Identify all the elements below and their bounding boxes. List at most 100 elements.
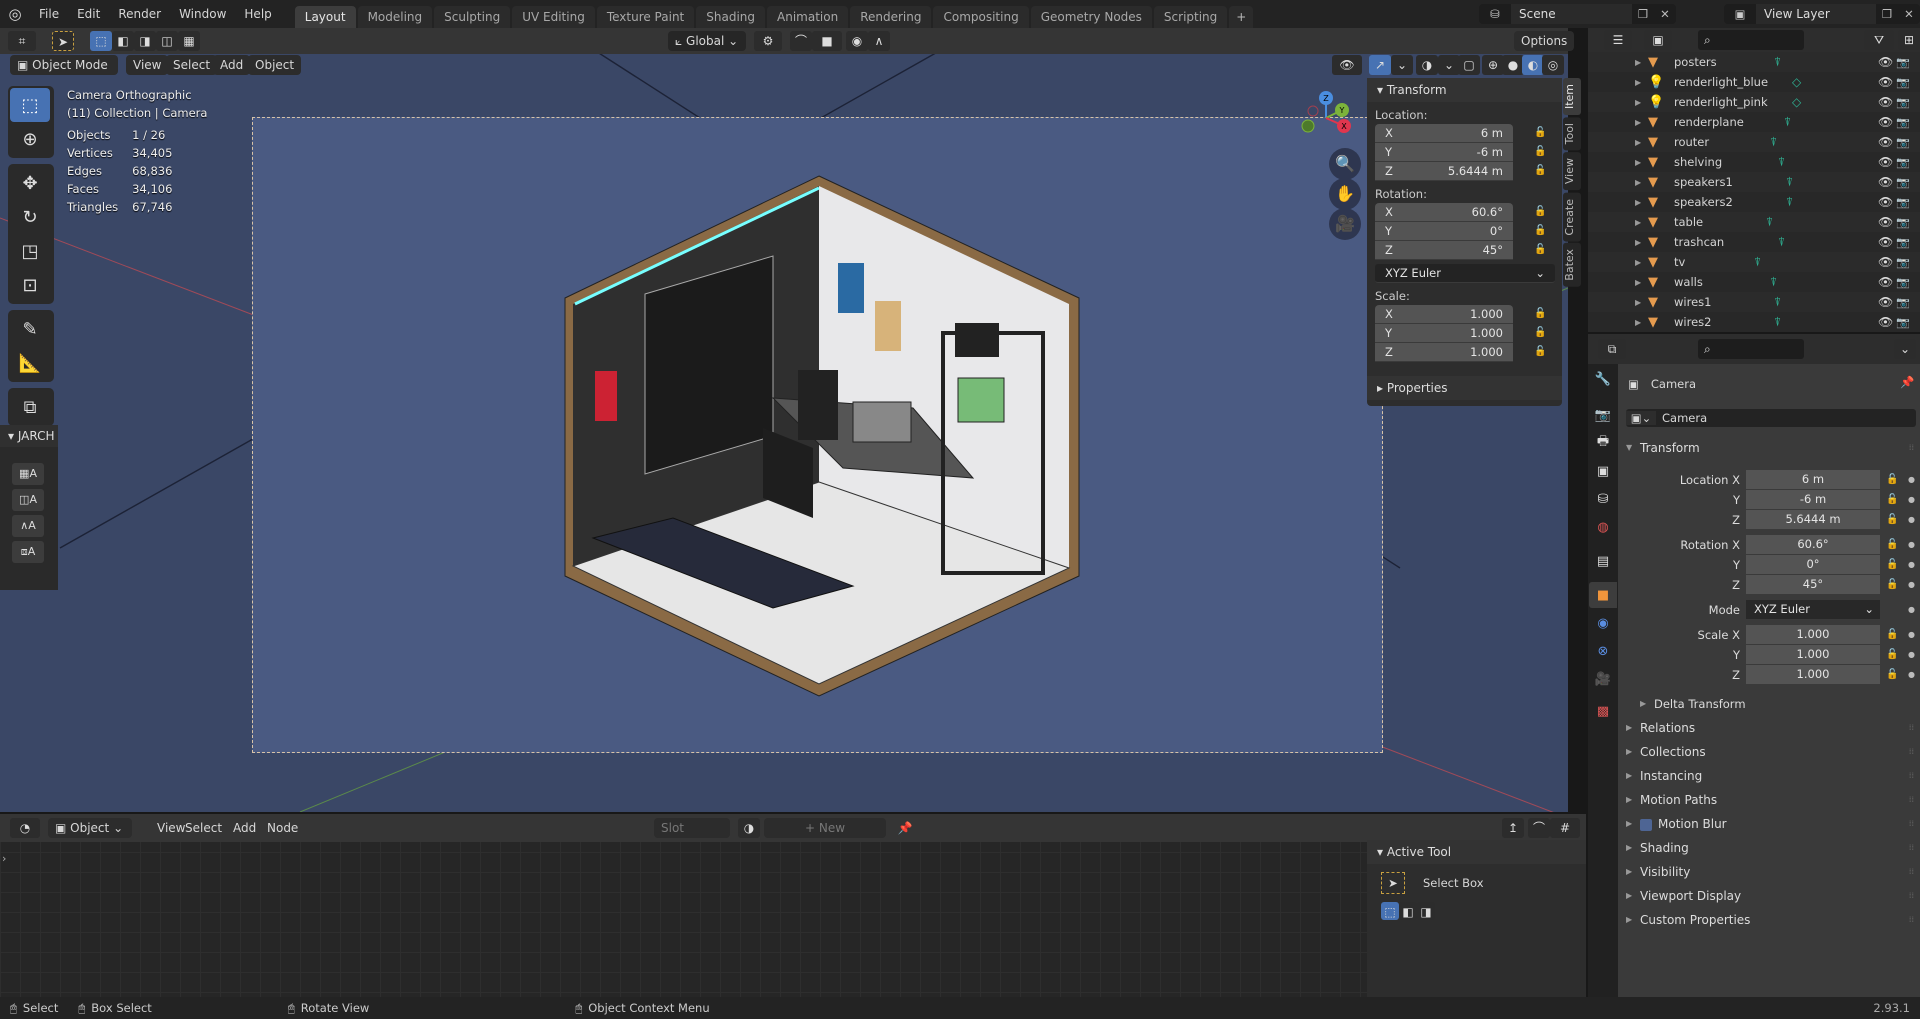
location-x-input[interactable]: 6 m	[1746, 470, 1880, 489]
outliner-item-tv[interactable]: ▶ ▼ tv ⍒ 👁 📷	[1588, 252, 1920, 272]
scene-name[interactable]: Scene	[1511, 4, 1632, 24]
lock-icon[interactable]: 🔓	[1886, 539, 1898, 550]
shading-rendered-icon[interactable]: ◎	[1542, 55, 1564, 75]
gizmo-toggle-icon[interactable]: ↗	[1369, 55, 1391, 75]
keyframe-dot-icon[interactable]: ●	[1908, 605, 1915, 614]
annotate-tool-icon[interactable]: ✎	[10, 312, 50, 346]
outliner-item-speakers1[interactable]: ▶ ▼ speakers1 ⍒ 👁 📷	[1588, 172, 1920, 192]
expand-toolbar-icon[interactable]: ›	[2, 852, 6, 865]
object-tab-icon[interactable]: ■	[1589, 582, 1617, 608]
keyframe-dot-icon[interactable]: ●	[1908, 670, 1915, 679]
select-mode-new-icon[interactable]: ⬚	[1381, 902, 1399, 920]
sidebar-tab-item[interactable]: Item	[1563, 78, 1581, 116]
outliner-item-router[interactable]: ▶ ▼ router ⍒ 👁 📷	[1588, 132, 1920, 152]
visibility-eye-icon[interactable]: 👁	[1878, 115, 1893, 129]
expand-arrow-icon[interactable]: ▶	[1635, 178, 1641, 187]
gizmo-dropdown-icon[interactable]: ⌄	[1391, 55, 1413, 75]
delta-transform-section[interactable]: ▶ Delta Transform	[1632, 692, 1920, 716]
scale-x-field[interactable]: X 1.000	[1375, 305, 1513, 324]
select-extend-icon[interactable]: ◧	[112, 31, 134, 51]
expand-arrow-icon[interactable]: ▶	[1635, 118, 1641, 127]
parent-node-tree-icon[interactable]: ↥	[1502, 818, 1524, 838]
render-camera-icon[interactable]: 📷	[1896, 136, 1910, 149]
section-custom-properties[interactable]: ▶ Custom Properties ⁞⁞	[1618, 908, 1920, 932]
outliner-item-name[interactable]: renderplane	[1674, 115, 1744, 129]
scale-z-input[interactable]: 1.000	[1746, 665, 1880, 684]
render-tab-icon[interactable]: 📷	[1589, 402, 1617, 428]
collection-tab-icon[interactable]: ▤	[1589, 548, 1617, 574]
drag-handle-icon[interactable]: ⁞⁞	[1909, 812, 1914, 836]
mode-dropdown[interactable]: ▣ Object Mode ⌄	[10, 55, 118, 92]
outliner-item-trashcan[interactable]: ▶ ▼ trashcan ⍒ 👁 📷	[1588, 232, 1920, 252]
tab-modeling[interactable]: Modeling	[357, 6, 433, 28]
pin-icon[interactable]: 📌	[894, 818, 916, 838]
render-camera-icon[interactable]: 📷	[1896, 96, 1910, 109]
properties-search-input[interactable]: ⌕	[1698, 339, 1804, 359]
visibility-eye-icon[interactable]: 👁	[1878, 95, 1893, 109]
navigation-gizmo[interactable]: Z Y X	[1296, 88, 1356, 148]
shader-menu-select[interactable]: Select	[178, 818, 229, 838]
expand-arrow-icon[interactable]: ▶	[1635, 298, 1641, 307]
shader-editor-type-icon[interactable]: ◔	[10, 818, 40, 838]
output-tab-icon[interactable]: 🖶	[1589, 430, 1617, 456]
keyframe-dot-icon[interactable]: ●	[1908, 540, 1915, 549]
select-intersect-icon[interactable]: ▦	[178, 31, 200, 51]
options-button[interactable]: Options ⌄	[1514, 31, 1575, 68]
render-camera-icon[interactable]: 📷	[1896, 296, 1910, 309]
render-camera-icon[interactable]: 📷	[1896, 256, 1910, 269]
visibility-eye-icon[interactable]: 👁	[1878, 55, 1893, 69]
scale-tool-icon[interactable]: ◳	[10, 234, 50, 268]
mesh-data-icon[interactable]: ⍒	[1786, 175, 1793, 190]
section-instancing[interactable]: ▶ Instancing ⁞⁞	[1618, 764, 1920, 788]
keyframe-dot-icon[interactable]: ●	[1908, 650, 1915, 659]
mesh-data-icon[interactable]: ⍒	[1774, 315, 1781, 330]
visibility-eye-icon[interactable]: 👁	[1878, 275, 1893, 289]
light-data-icon[interactable]: ◇	[1792, 95, 1801, 109]
scene-tab-icon[interactable]: ⛁	[1589, 486, 1617, 512]
active-tool-header[interactable]: ▾ Active Tool	[1367, 840, 1586, 864]
outliner-item-name[interactable]: speakers2	[1674, 195, 1733, 209]
lock-icon[interactable]: 🔓	[1886, 474, 1898, 485]
material-icon[interactable]: ◑	[738, 818, 760, 838]
mesh-data-icon[interactable]: ⍒	[1766, 215, 1773, 230]
constraints-tab-icon[interactable]: ⊗	[1589, 638, 1617, 664]
outliner-item-wires2[interactable]: ▶ ▼ wires2 ⍒ 👁 📷	[1588, 312, 1920, 332]
world-tab-icon[interactable]: ◍	[1589, 514, 1617, 540]
properties-options-icon[interactable]: ⌄	[1894, 339, 1916, 359]
viewport-menu-add[interactable]: Add	[213, 55, 251, 75]
location-x-field[interactable]: X 6 m	[1375, 124, 1513, 143]
outliner-item-name[interactable]: trashcan	[1674, 235, 1724, 249]
transform-tool-icon[interactable]: ⊡	[10, 268, 50, 302]
visibility-eye-icon[interactable]: 👁	[1878, 235, 1893, 249]
lock-icon[interactable]: 🔓	[1534, 225, 1546, 236]
shading-wireframe-icon[interactable]: ⊕	[1482, 55, 1504, 75]
delete-view-layer-icon[interactable]: ✕	[1898, 7, 1920, 21]
motion-blur-checkbox[interactable]	[1640, 818, 1652, 831]
render-camera-icon[interactable]: 📷	[1896, 176, 1910, 189]
outliner-item-shelving[interactable]: ▶ ▼ shelving ⍒ 👁 📷	[1588, 152, 1920, 172]
scale-x-input[interactable]: 1.000	[1746, 625, 1880, 644]
add-cube-tool-icon[interactable]: ⧉	[10, 390, 50, 424]
pin-icon[interactable]: 📌	[1900, 375, 1914, 389]
outliner-item-name[interactable]: speakers1	[1674, 175, 1733, 189]
outliner-item-name[interactable]: router	[1674, 135, 1709, 149]
properties-editor-type-icon[interactable]: ⧉	[1598, 339, 1626, 359]
camera-data-tab-icon[interactable]: 🎥	[1589, 666, 1617, 692]
render-camera-icon[interactable]: 📷	[1896, 76, 1910, 89]
overlays-icon[interactable]: ◑	[1416, 55, 1438, 75]
jarch-floor-button[interactable]: ▦A	[12, 463, 44, 485]
outliner-item-name[interactable]: posters	[1674, 55, 1717, 69]
tab-animation[interactable]: Animation	[767, 6, 849, 28]
location-y-field[interactable]: Y -6 m	[1375, 143, 1513, 162]
jarch-window-button[interactable]: ◫A	[12, 489, 44, 511]
visibility-eye-icon[interactable]: 👁	[1878, 255, 1893, 269]
tab-geometry-nodes[interactable]: Geometry Nodes	[1030, 6, 1152, 28]
tab-sculpting[interactable]: Sculpting	[434, 6, 511, 28]
new-collection-icon[interactable]: ⊞	[1898, 30, 1920, 50]
location-y-input[interactable]: -6 m	[1746, 490, 1880, 509]
visibility-eye-icon[interactable]: 👁	[1878, 315, 1893, 329]
mesh-data-icon[interactable]: ⍒	[1774, 55, 1781, 70]
keyframe-dot-icon[interactable]: ●	[1908, 630, 1915, 639]
outliner-item-name[interactable]: tv	[1674, 255, 1685, 269]
viewport-menu-select[interactable]: Select	[166, 55, 218, 75]
